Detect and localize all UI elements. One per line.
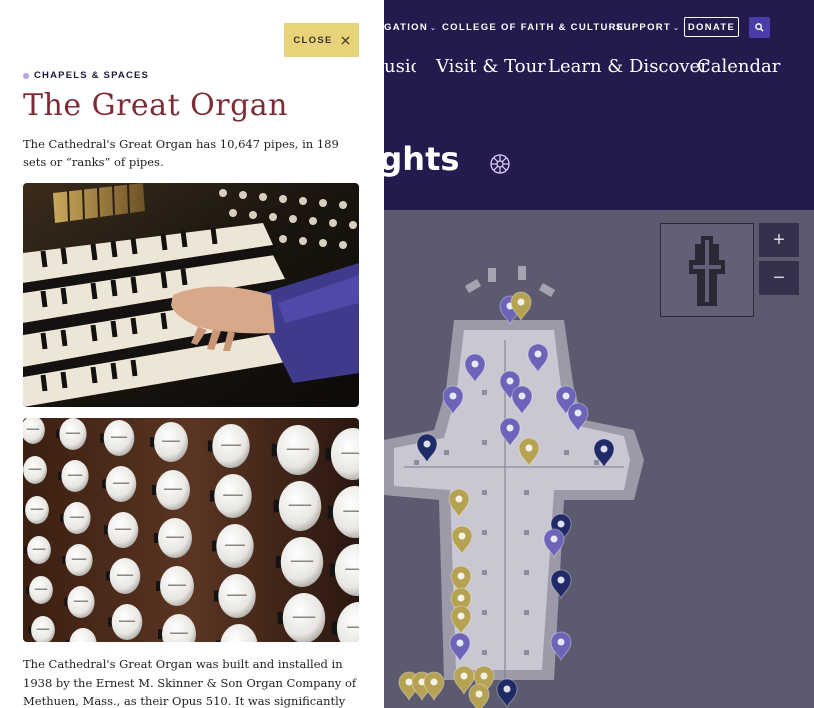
feature-map-marker-icon[interactable] xyxy=(496,678,518,708)
chapel-map-marker-icon[interactable] xyxy=(567,402,589,433)
panel-intro: The Cathedral's Great Organ has 10,647 p… xyxy=(23,137,339,169)
close-label: CLOSE xyxy=(293,34,333,46)
utility-nav-item-navigation[interactable]: GATION ⌄ xyxy=(384,22,437,33)
minimap-floor-plan-icon xyxy=(689,236,725,306)
art-map-marker-icon[interactable] xyxy=(423,671,445,702)
panel-body: The Cathedral's Great Organ was built an… xyxy=(23,657,357,708)
panel-title: The Great Organ xyxy=(23,88,289,123)
chapel-map-marker-icon[interactable] xyxy=(499,417,521,448)
art-map-marker-icon[interactable] xyxy=(468,683,490,708)
utility-nav-label: COLLEGE OF FAITH & CULTURE xyxy=(442,22,625,33)
category-eyebrow: CHAPELS & SPACES xyxy=(23,70,149,81)
utility-nav-item-college[interactable]: COLLEGE OF FAITH & CULTURE ⌄ xyxy=(442,22,634,33)
utility-nav-item-support[interactable]: SUPPORT ⌄ xyxy=(616,22,680,33)
main-nav-item-calendar[interactable]: Calendar xyxy=(697,56,780,77)
rosette-icon xyxy=(490,154,510,174)
chapel-map-marker-icon[interactable] xyxy=(550,631,572,662)
donate-button[interactable]: DONATE xyxy=(684,17,739,37)
category-label: CHAPELS & SPACES xyxy=(34,70,150,81)
chapel-map-marker-icon[interactable] xyxy=(464,353,486,384)
feature-map-marker-icon[interactable] xyxy=(416,433,438,464)
chapel-map-marker-icon[interactable] xyxy=(449,632,471,663)
chapel-map-marker-icon[interactable] xyxy=(511,385,533,416)
main-nav-item-learn[interactable]: Learn & Discover xyxy=(548,56,709,77)
feature-map-marker-icon[interactable] xyxy=(593,438,615,469)
chevron-down-icon: ⌄ xyxy=(673,25,681,32)
chapel-map-marker-icon[interactable] xyxy=(442,385,464,416)
page-heading-text: Highlights xyxy=(384,140,460,178)
chapel-map-marker-icon[interactable] xyxy=(543,528,565,559)
category-dot-icon xyxy=(23,72,29,79)
art-map-marker-icon[interactable] xyxy=(451,525,473,556)
chapel-map-marker-icon[interactable] xyxy=(527,343,549,374)
art-map-marker-icon[interactable] xyxy=(518,437,540,468)
zoom-in-button[interactable]: + xyxy=(759,223,799,257)
chevron-down-icon: ⌄ xyxy=(430,25,438,32)
utility-nav-label: GATION xyxy=(384,22,429,33)
organ-keyboard-photo xyxy=(23,183,359,407)
main-nav-item-music[interactable]: usic xyxy=(384,56,416,77)
organ-stops-photo xyxy=(23,418,359,642)
zoom-out-button[interactable]: − xyxy=(759,261,799,295)
feature-map-marker-icon[interactable] xyxy=(550,569,572,600)
minimap[interactable] xyxy=(660,223,754,317)
page-heading: Highlights xyxy=(384,140,504,178)
search-button[interactable] xyxy=(749,17,770,38)
main-nav-item-visit[interactable]: Visit & Tour xyxy=(436,56,546,77)
search-icon xyxy=(755,23,764,32)
close-icon xyxy=(341,35,350,45)
detail-panel: CLOSE CHAPELS & SPACES The Great Organ T… xyxy=(0,0,384,708)
utility-nav-label: SUPPORT xyxy=(616,22,672,33)
close-button[interactable]: CLOSE xyxy=(284,23,359,57)
art-map-marker-icon[interactable] xyxy=(450,605,472,636)
art-map-marker-icon[interactable] xyxy=(448,488,470,519)
